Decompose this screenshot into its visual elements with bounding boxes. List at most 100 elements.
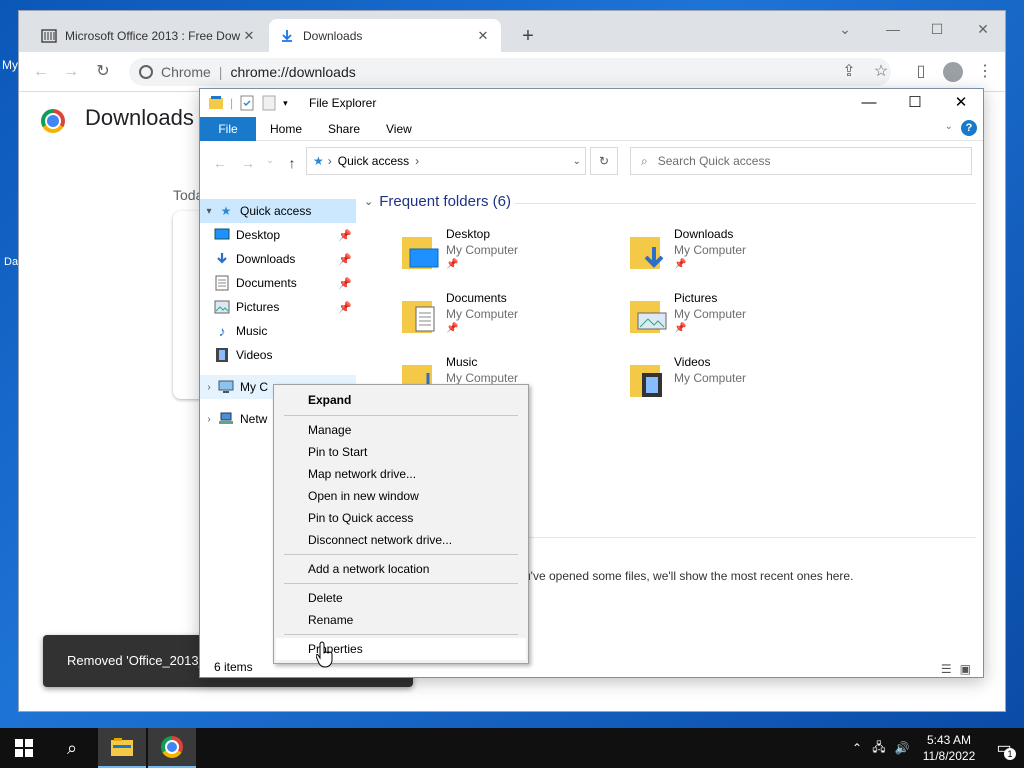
start-button[interactable] [0, 728, 48, 768]
folder-name: Desktop [446, 227, 491, 241]
maximize-button[interactable]: ☐ [892, 91, 938, 115]
menu-item-pin-quick-access[interactable]: Pin to Quick access [276, 507, 526, 529]
minimize-button[interactable]: — [846, 91, 892, 115]
notifications-button[interactable]: ▭ 1 [984, 728, 1024, 768]
nav-item-desktop[interactable]: Desktop 📌 [200, 223, 356, 247]
nav-item-quick-access[interactable]: ▾ ★ Quick access [200, 199, 356, 223]
new-folder-icon[interactable] [261, 95, 277, 111]
file-explorer-taskbar-icon[interactable] [98, 728, 146, 768]
chrome-icon [139, 65, 153, 79]
pin-icon: 📌 [674, 259, 687, 270]
time: 5:43 AM [926, 733, 972, 747]
bookmark-star-icon[interactable]: ☆ [869, 60, 893, 84]
window-title: File Explorer [309, 96, 377, 110]
folder-downloads[interactable]: Downloads My Computer 📌 [628, 227, 848, 283]
nav-item-documents[interactable]: Documents 📌 [200, 271, 356, 295]
address-path: Quick access [337, 154, 410, 168]
chevron-down-icon[interactable]: ▾ [200, 206, 218, 217]
menu-item-delete[interactable]: Delete [276, 587, 526, 609]
close-button[interactable]: ✕ [938, 91, 984, 115]
network-icon[interactable]: 🖧 [868, 738, 890, 759]
tab-downloads[interactable]: Downloads ✕ [269, 19, 501, 52]
chevron-right-icon[interactable]: › [200, 382, 218, 393]
menu-item-expand[interactable]: Expand [276, 389, 526, 411]
folder-location: My Computer [674, 371, 747, 385]
tab-search-icon[interactable]: ⌄ [833, 17, 857, 41]
folder-icon [630, 237, 664, 269]
close-icon[interactable]: ✕ [241, 28, 257, 44]
tab-file[interactable]: File [200, 117, 256, 141]
search-button[interactable]: ⌕ [48, 728, 96, 768]
volume-icon[interactable]: 🔊 [890, 741, 914, 755]
chevron-up-icon[interactable]: ⌃ [846, 741, 868, 755]
close-button[interactable]: ✕ [971, 17, 995, 41]
search-input[interactable]: ⌕ Search Quick access [630, 147, 972, 175]
chevron-down-icon[interactable]: ⌄ [573, 156, 581, 167]
desktop-icon-label[interactable]: My [2, 58, 18, 72]
menu-item-manage[interactable]: Manage [276, 419, 526, 441]
menu-item-rename[interactable]: Rename [276, 609, 526, 631]
nav-item-pictures[interactable]: Pictures 📌 [200, 295, 356, 319]
folder-location: My Computer [446, 371, 519, 385]
clock[interactable]: 5:43 AM 11/8/2022 [914, 732, 984, 764]
close-icon[interactable]: ✕ [475, 28, 491, 44]
tab-home[interactable]: Home [256, 117, 316, 141]
minimize-button[interactable]: — [881, 17, 905, 41]
nav-label: Netw [240, 412, 268, 426]
side-panel-icon[interactable]: ▯ [909, 60, 933, 84]
folder-name: Videos [674, 355, 711, 369]
nav-item-downloads[interactable]: Downloads 📌 [200, 247, 356, 271]
menu-item-add-network-location[interactable]: Add a network location [276, 558, 526, 580]
up-button[interactable]: ↑ [284, 155, 300, 171]
forward-button[interactable]: → [59, 60, 83, 84]
maximize-button[interactable]: ☐ [925, 17, 949, 41]
search-icon: ⌕ [641, 153, 648, 168]
menu-item-properties[interactable]: Properties [276, 638, 526, 660]
nav-item-videos[interactable]: Videos [200, 343, 356, 367]
folder-desktop[interactable]: Desktop My Computer 📌 [400, 227, 620, 283]
tab-office[interactable]: Microsoft Office 2013 : Free Dow ✕ [31, 19, 267, 52]
pin-icon: 📌 [338, 229, 352, 242]
share-icon[interactable]: ⇪ [837, 60, 861, 84]
back-button[interactable]: ← [212, 155, 228, 171]
tab-share[interactable]: Share [314, 117, 374, 141]
large-icons-view-icon[interactable]: ▣ [960, 659, 971, 679]
frequent-folders-header[interactable]: ⌄ Frequent folders (6) [364, 193, 511, 210]
help-icon[interactable]: ? [961, 120, 977, 136]
back-button[interactable]: ← [29, 60, 53, 84]
chevron-right-icon[interactable]: › [200, 414, 218, 425]
new-tab-button[interactable]: + [517, 25, 539, 48]
tab-view[interactable]: View [372, 117, 426, 141]
nav-label: My C [240, 380, 268, 394]
omnibox[interactable]: Chrome | chrome://downloads [129, 58, 891, 86]
properties-icon[interactable] [239, 95, 255, 111]
notification-count: 1 [1004, 748, 1016, 760]
nav-label: Videos [236, 348, 273, 362]
menu-item-map-network-drive[interactable]: Map network drive... [276, 463, 526, 485]
folder-pictures[interactable]: Pictures My Computer 📌 [628, 291, 848, 347]
recent-locations-button[interactable]: ⌄ [262, 155, 278, 166]
refresh-button[interactable]: ↻ [590, 147, 618, 175]
videos-icon [214, 347, 230, 363]
menu-separator [284, 554, 518, 555]
menu-item-disconnect-network-drive[interactable]: Disconnect network drive... [276, 529, 526, 551]
chrome-taskbar-icon[interactable] [148, 728, 196, 768]
folder-documents[interactable]: Documents My Computer 📌 [400, 291, 620, 347]
menu-item-open-new-window[interactable]: Open in new window [276, 485, 526, 507]
star-icon: ★ [220, 204, 232, 218]
nav-item-music[interactable]: ♪ Music [200, 319, 356, 343]
menu-item-pin-to-start[interactable]: Pin to Start [276, 441, 526, 463]
chrome-logo [41, 109, 65, 133]
profile-avatar[interactable] [941, 60, 965, 84]
details-view-icon[interactable]: ☰ [941, 659, 952, 679]
folder-videos[interactable]: Videos My Computer [628, 355, 848, 411]
desktop-icon-label[interactable]: Da [4, 256, 18, 268]
forward-button[interactable]: → [240, 155, 256, 171]
folder-icon [630, 365, 662, 397]
chevron-down-icon[interactable]: ⌄ [364, 195, 373, 208]
chevron-down-icon[interactable]: ⌄ [945, 121, 953, 132]
chevron-down-icon[interactable]: ▾ [283, 98, 288, 109]
reload-button[interactable]: ↻ [91, 60, 115, 84]
menu-icon[interactable]: ⋮ [973, 60, 997, 84]
address-bar[interactable]: ★ › Quick access › ⌄ [306, 147, 586, 175]
